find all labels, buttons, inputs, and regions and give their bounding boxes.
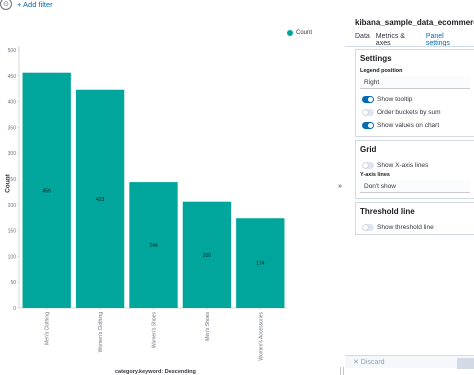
show-values-row: Show values on chart — [360, 119, 470, 131]
order-buckets-row: Order buckets by sum — [360, 106, 470, 118]
order-buckets-label: Order buckets by sum — [377, 108, 441, 116]
bar-value-label: 206 — [203, 253, 212, 259]
grid-section: Grid Show X-axis lines Y-axis lines Don'… — [355, 140, 474, 199]
y-axis-title: Count — [4, 174, 12, 193]
legend-position-label: Legend position — [360, 68, 403, 74]
add-filter-button[interactable]: + Add filter — [17, 0, 53, 10]
tabs-divider — [345, 46, 474, 47]
y-tick-label: 450 — [8, 74, 17, 80]
collapse-panel-arrow-icon[interactable]: » — [338, 183, 342, 190]
chart-area: Count 0 50 100 150 200 250 300 350 400 450 500 456 M… — [0, 12, 345, 375]
show-tooltip-toggle[interactable] — [362, 95, 374, 103]
show-tooltip-label: Show tooltip — [377, 95, 413, 103]
y-tick-label: 200 — [8, 203, 17, 209]
y-tick-label: 500 — [8, 48, 17, 54]
panel-footer: ✕ Discard — [345, 355, 474, 369]
threshold-title: Threshold line — [360, 207, 415, 216]
y-axis-lines-label: Y-axis lines — [360, 172, 390, 178]
show-threshold-toggle[interactable] — [362, 223, 374, 231]
filter-bar: ⊙ + Add filter — [0, 0, 345, 12]
editor-panel: kibana_sample_data_ecommerce Data Metric… — [345, 0, 474, 369]
y-tick-label: 0 — [13, 306, 16, 312]
bar-value-label: 174 — [256, 261, 265, 267]
show-x-axis-lines-row: Show X-axis lines — [360, 159, 470, 171]
legend-position-select[interactable]: Right — [360, 76, 470, 89]
x-axis-title: category.keyword: Descending — [115, 369, 196, 375]
show-x-axis-lines-label: Show X-axis lines — [377, 161, 429, 169]
x-tick-label: Men's Clothing — [45, 312, 51, 345]
bar-chart: 050100150200250300350400450500456Men's C… — [8, 46, 287, 361]
settings-title: Settings — [360, 54, 392, 63]
y-tick-label: 50 — [10, 280, 16, 286]
y-tick-label: 350 — [8, 125, 17, 131]
y-tick-label: 400 — [8, 100, 17, 106]
show-values-label: Show values on chart — [377, 121, 440, 129]
show-tooltip-row: Show tooltip — [360, 93, 470, 105]
x-tick-label: Women's Accessories — [258, 312, 264, 361]
show-x-axis-lines-toggle[interactable] — [362, 161, 374, 169]
show-values-toggle[interactable] — [362, 121, 374, 129]
x-tick-label: Men's Shoes — [205, 312, 211, 341]
show-threshold-row: Show threshold line — [360, 221, 470, 233]
bar-value-label: 456 — [43, 188, 52, 194]
y-tick-label: 100 — [8, 254, 17, 260]
bar-value-label: 244 — [149, 243, 158, 249]
index-pattern-title: kibana_sample_data_ecommerce — [355, 18, 474, 27]
settings-section: Settings Legend position Right Show tool… — [355, 49, 474, 137]
y-axis-lines-select[interactable]: Don't show — [360, 180, 470, 193]
show-threshold-label: Show threshold line — [377, 223, 434, 231]
x-tick-label: Women's Clothing — [98, 312, 104, 353]
filter-options-icon[interactable]: ⊙ — [0, 0, 12, 10]
update-button[interactable] — [457, 358, 474, 369]
y-tick-label: 300 — [8, 151, 17, 157]
x-tick-label: Women's Shoes — [152, 312, 158, 349]
threshold-section: Threshold line Show threshold line — [355, 202, 474, 235]
grid-title: Grid — [360, 145, 377, 154]
order-buckets-toggle[interactable] — [362, 108, 374, 116]
discard-button[interactable]: ✕ Discard — [353, 358, 385, 366]
y-tick-label: 150 — [8, 229, 17, 235]
resize-handle[interactable] — [340, 367, 344, 375]
bar-value-label: 423 — [96, 197, 105, 203]
